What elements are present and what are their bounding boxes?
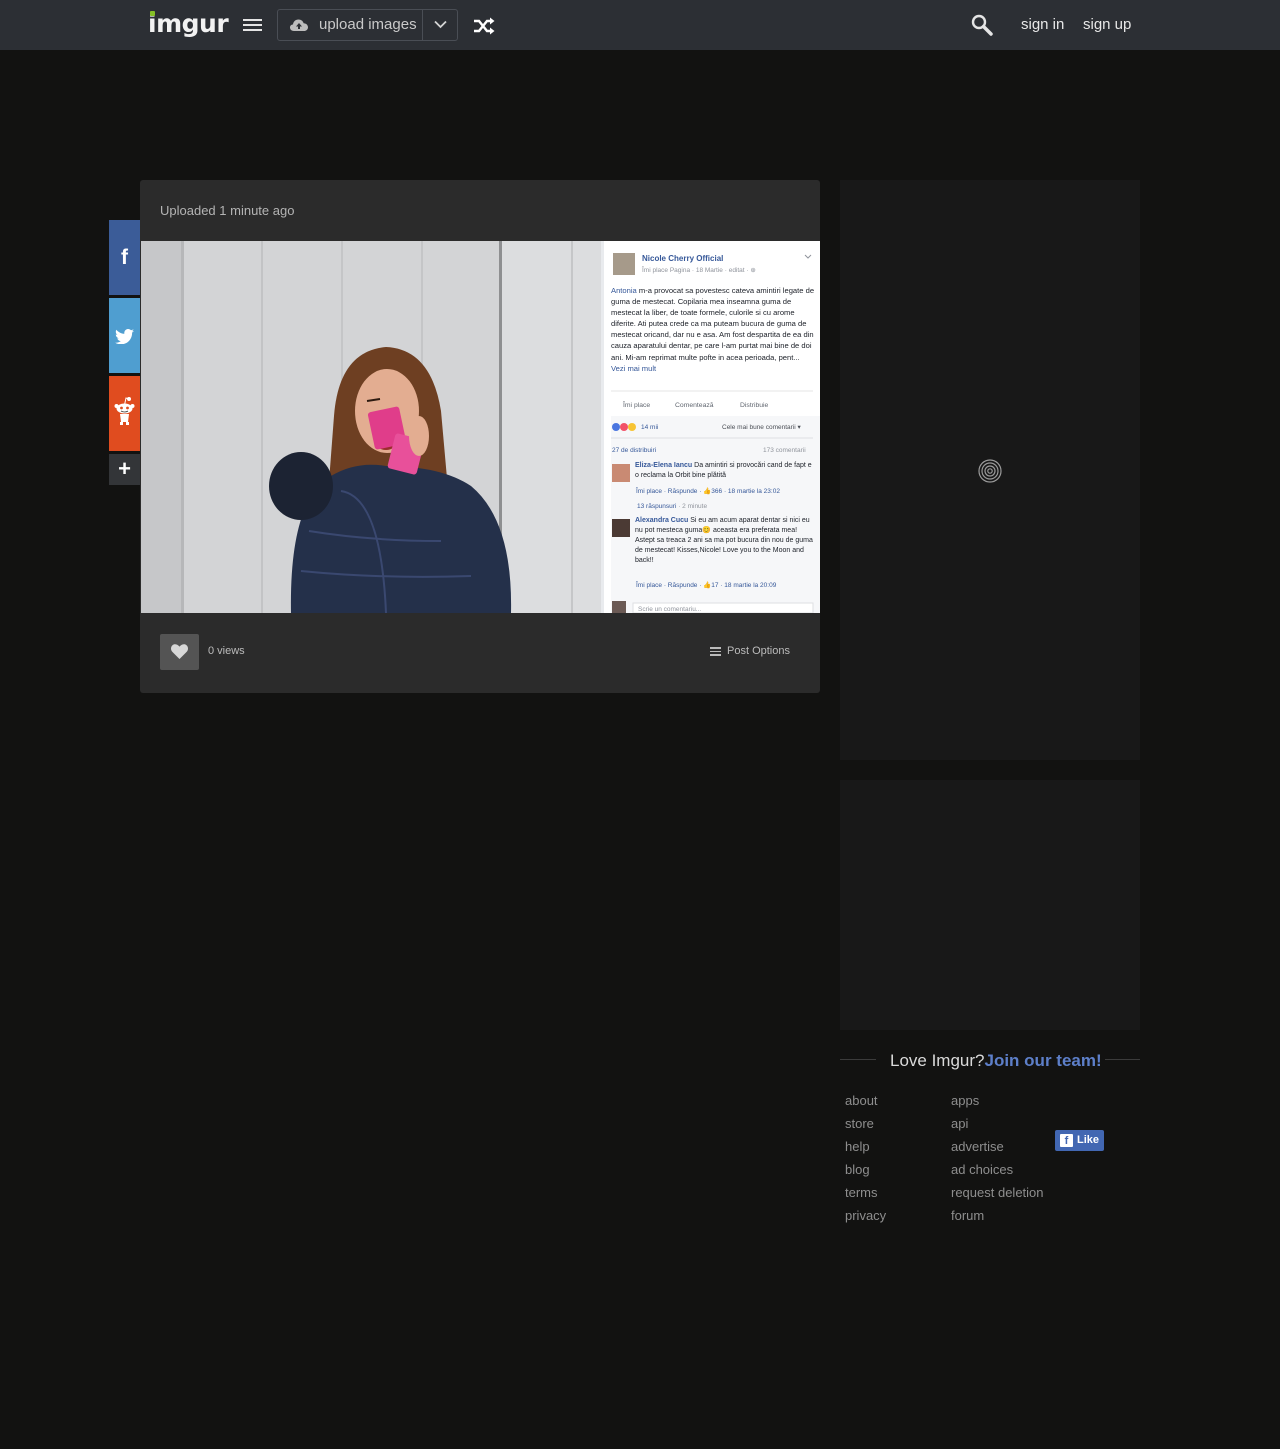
- footer-link-apps[interactable]: apps: [951, 1093, 979, 1108]
- fb-mention-link: Antonia: [611, 286, 637, 295]
- footer-link-terms[interactable]: terms: [845, 1185, 878, 1200]
- fb-comment2-meta: Îmi place · Răspunde · 👍17 · 18 martie l…: [635, 580, 777, 589]
- heart-icon: [171, 644, 188, 659]
- footer-link-about[interactable]: about: [845, 1093, 878, 1108]
- list-icon: [710, 647, 721, 658]
- uploaded-time: 1 minute ago: [219, 203, 295, 218]
- views-count: 0 views: [208, 645, 245, 657]
- post-header: Uploaded 1 minute ago: [160, 203, 294, 218]
- share-twitter-button[interactable]: [109, 298, 140, 373]
- fb-action-share: Distribuie: [740, 402, 769, 409]
- post-options-label: Post Options: [727, 645, 790, 657]
- share-reddit-button[interactable]: [109, 376, 140, 451]
- fb-reactions-count: 14 mii: [641, 424, 658, 431]
- ad-slot-sidebar-2: [840, 780, 1140, 1030]
- fb-comments-count: 173 comentarii: [763, 447, 806, 454]
- fb-page-meta: Îmi place Pagina · 18 Martie · editat · …: [641, 265, 756, 274]
- fb-write-comment: Scrie un comentariu...: [638, 606, 701, 613]
- footer-link-forum[interactable]: forum: [951, 1208, 984, 1223]
- upload-images-label: upload images: [319, 16, 417, 33]
- top-bar: imgur upload images sign in sign up: [0, 0, 1280, 50]
- fb-replies: 13 răspunsuri · 2 minute: [637, 503, 707, 510]
- twitter-icon: [115, 329, 134, 344]
- uploaded-label: Uploaded: [160, 203, 216, 218]
- fb-shares: 27 de distribuiri: [612, 447, 656, 454]
- footer-link-api[interactable]: api: [951, 1116, 968, 1131]
- divider-right: [1105, 1059, 1140, 1060]
- facebook-icon: f: [121, 246, 128, 269]
- footer-link-privacy[interactable]: privacy: [845, 1208, 886, 1223]
- fb-action-like: Îmi place: [622, 400, 650, 409]
- reddit-icon: [114, 397, 135, 425]
- fb-comment1-name: Eliza-Elena Iancu: [635, 462, 693, 469]
- logo-text: imgur: [148, 9, 229, 38]
- cloud-upload-icon: [290, 19, 308, 31]
- footer-link-store[interactable]: store: [845, 1116, 874, 1131]
- love-imgur-banner: Love Imgur?Join our team!: [890, 1051, 1102, 1071]
- facebook-like-button[interactable]: f Like: [1055, 1130, 1104, 1151]
- fb-see-more: Vezi mai mult: [611, 363, 657, 373]
- chevron-down-icon: [434, 20, 447, 29]
- post-image[interactable]: Nicole Cherry Official Îmi place Pagina …: [141, 241, 820, 613]
- share-more-button[interactable]: +: [109, 454, 140, 485]
- fb-comment2-name: Alexandra Cucu: [635, 517, 689, 524]
- join-our-team-link[interactable]: Join our team!: [985, 1051, 1102, 1070]
- upload-button-group: upload images: [277, 9, 458, 41]
- footer-link-help[interactable]: help: [845, 1139, 870, 1154]
- upload-dropdown-button[interactable]: [423, 10, 458, 40]
- fb-page-name: Nicole Cherry Official: [642, 254, 723, 263]
- fb-post-text: m-a provocat sa povestesc cateva amintir…: [611, 286, 815, 362]
- loading-spinner-icon: [978, 459, 1002, 483]
- footer-link-request-deletion[interactable]: request deletion: [951, 1185, 1044, 1200]
- divider-left: [840, 1059, 876, 1060]
- footer-link-blog[interactable]: blog: [845, 1162, 870, 1177]
- footer-link-ad-choices[interactable]: ad choices: [951, 1162, 1013, 1177]
- share-facebook-button[interactable]: f: [109, 220, 140, 295]
- post-panel: Uploaded 1 minute ago Nicole Cherry Offi…: [140, 180, 820, 693]
- favorite-button[interactable]: [160, 634, 199, 670]
- fb-sort-label: Cele mai bune comentarii ▾: [722, 424, 802, 431]
- sign-up-link[interactable]: sign up: [1083, 16, 1131, 33]
- post-image-graphic: Nicole Cherry Official Îmi place Pagina …: [141, 241, 820, 613]
- plus-icon: +: [118, 456, 131, 481]
- fb-replies-time: · 2 minute: [676, 503, 707, 510]
- logo-dot: [150, 11, 155, 16]
- menu-icon[interactable]: [243, 19, 262, 32]
- fb-replies-count: 13 răspunsuri: [637, 503, 676, 510]
- search-icon[interactable]: [971, 14, 993, 36]
- fb-action-comment: Comentează: [675, 402, 714, 409]
- sign-in-link[interactable]: sign in: [1021, 16, 1064, 33]
- facebook-like-label: Like: [1077, 1134, 1100, 1146]
- random-icon[interactable]: [473, 17, 495, 35]
- fb-comment1-meta: Îmi place · Răspunde · 👍366 · 18 martie …: [635, 486, 780, 495]
- facebook-icon: f: [1060, 1134, 1073, 1147]
- fb-comment2-text: Si eu am acum aparat dentar si nici eu n…: [635, 517, 813, 564]
- footer-link-advertise[interactable]: advertise: [951, 1139, 1004, 1154]
- imgur-logo[interactable]: imgur: [148, 9, 229, 38]
- upload-images-button[interactable]: upload images: [278, 10, 422, 40]
- love-imgur-text: Love Imgur?: [890, 1051, 985, 1070]
